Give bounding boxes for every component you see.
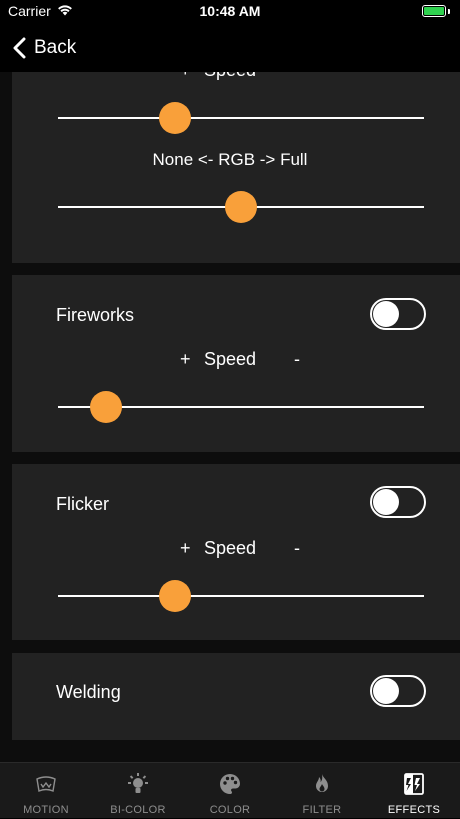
flicker-toggle[interactable] bbox=[370, 486, 426, 518]
battery-icon bbox=[422, 5, 446, 17]
speed-slider[interactable] bbox=[58, 391, 424, 423]
back-label: Back bbox=[34, 37, 77, 58]
effect-card-welding: Welding bbox=[12, 653, 460, 740]
slider-thumb[interactable] bbox=[89, 391, 122, 423]
tab-label: FILTER bbox=[302, 804, 342, 816]
palette-icon bbox=[220, 774, 240, 794]
toggle-knob bbox=[373, 301, 399, 327]
tab-bi-color[interactable]: BI-COLOR bbox=[92, 763, 184, 819]
tab-effects[interactable]: EFFECTS bbox=[368, 763, 460, 819]
tab-color[interactable]: COLOR bbox=[184, 763, 276, 819]
speed-label: Speed bbox=[0, 72, 460, 81]
tab-motion[interactable]: MOTION bbox=[0, 763, 92, 819]
effect-card-fireworks: Fireworks + Speed - bbox=[12, 275, 460, 452]
effects-icon bbox=[404, 773, 424, 795]
status-bar: Carrier 10:48 AM bbox=[0, 0, 460, 24]
speed-minus-label: - bbox=[294, 349, 300, 369]
battery-level bbox=[424, 7, 444, 15]
speed-slider[interactable] bbox=[58, 102, 424, 134]
speed-minus-label: - bbox=[294, 72, 300, 81]
toggle-knob bbox=[373, 489, 399, 515]
slider-track bbox=[58, 595, 424, 597]
navigation-bar: Back bbox=[0, 24, 460, 72]
speed-label: Speed bbox=[203, 349, 257, 369]
fireworks-toggle[interactable] bbox=[370, 298, 426, 330]
slider-thumb[interactable] bbox=[159, 580, 192, 612]
toggle-knob bbox=[373, 678, 399, 704]
speed-slider[interactable] bbox=[58, 580, 424, 612]
slider-track bbox=[58, 117, 424, 119]
slider-thumb[interactable] bbox=[159, 102, 192, 134]
effect-title: Flicker bbox=[56, 494, 109, 514]
bulb-icon bbox=[128, 773, 148, 793]
flame-icon bbox=[316, 774, 328, 792]
tab-label: BI-COLOR bbox=[110, 804, 166, 816]
effect-title: Welding bbox=[56, 682, 121, 702]
status-time: 10:48 AM bbox=[199, 3, 261, 19]
tab-label: EFFECTS bbox=[387, 804, 441, 816]
slider-thumb[interactable] bbox=[225, 191, 257, 223]
welding-toggle[interactable] bbox=[370, 675, 426, 707]
effect-card-top: + Speed - None <- RGB -> Full bbox=[12, 72, 460, 263]
tab-bar: MOTION BI-COLOR COLOR FILTER EFFECTS bbox=[0, 762, 460, 818]
tab-filter[interactable]: FILTER bbox=[276, 763, 368, 819]
speed-row: + Speed - bbox=[12, 538, 460, 560]
chevron-left-icon bbox=[13, 37, 26, 59]
effect-title: Fireworks bbox=[56, 305, 135, 325]
effects-list[interactable]: + Speed - None <- RGB -> Full Fireworks … bbox=[0, 72, 460, 762]
effect-card-flicker: Flicker + Speed - bbox=[12, 464, 460, 640]
speed-row: + Speed - bbox=[12, 349, 460, 371]
speed-minus-label: - bbox=[294, 538, 300, 558]
rgb-label: None <- RGB -> Full bbox=[152, 150, 308, 169]
tab-label: COLOR bbox=[209, 804, 251, 816]
back-button[interactable]: Back bbox=[12, 34, 76, 62]
speed-label: Speed bbox=[203, 538, 257, 558]
rgb-slider[interactable] bbox=[58, 191, 424, 223]
motion-icon bbox=[36, 776, 56, 792]
speed-row: + Speed - bbox=[12, 72, 460, 82]
battery-tip bbox=[448, 9, 450, 14]
tab-label: MOTION bbox=[23, 804, 69, 816]
